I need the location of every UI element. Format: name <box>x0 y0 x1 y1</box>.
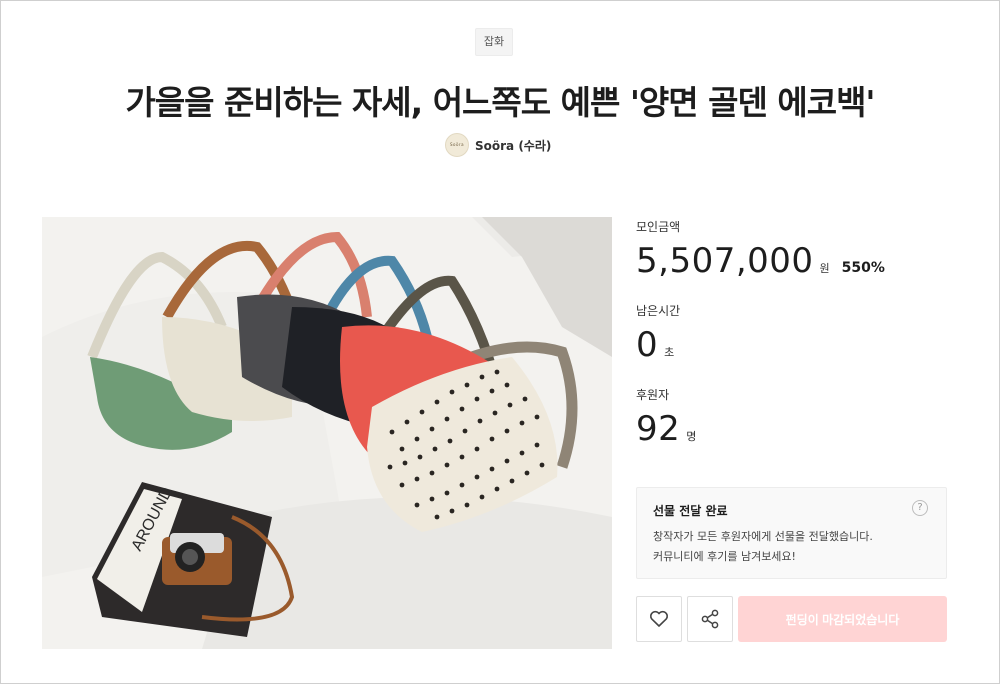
backers-label: 후원자 <box>636 388 670 402</box>
backers-count: 92 <box>636 409 681 449</box>
bags-photo: AROUND <box>42 217 612 649</box>
notice-title: 선물 전달 완료 <box>653 504 728 518</box>
funding-closed-button[interactable]: 펀딩이 마감되었습니다 <box>738 596 947 642</box>
category-tag[interactable]: 잡화 <box>475 28 513 56</box>
remaining-value: 0 <box>636 325 659 365</box>
funding-rate: 550% <box>841 260 885 276</box>
project-main-image: AROUND <box>42 217 612 649</box>
creator-avatar: Soöra <box>445 133 469 157</box>
share-button[interactable] <box>687 596 733 642</box>
funding-unit: 원 <box>819 262 830 275</box>
remaining-label: 남은시간 <box>636 304 681 318</box>
funding-label: 모인금액 <box>636 220 681 234</box>
backers-unit: 명 <box>686 430 697 443</box>
project-title: 가을을 준비하는 자세, 어느쪽도 예쁜 '양면 골덴 에코백' <box>125 83 875 122</box>
notice-body: 창작자가 모든 후원자에게 선물을 전달했습니다. 커뮤니티에 후기를 남겨보세… <box>653 530 873 563</box>
heart-icon <box>649 610 669 627</box>
remaining-unit: 초 <box>664 346 675 359</box>
creator-name[interactable]: Soöra (수라) <box>475 137 551 154</box>
like-button[interactable] <box>636 596 682 642</box>
share-icon <box>701 609 719 629</box>
help-icon[interactable]: ? <box>912 500 928 516</box>
action-bar: 펀딩이 마감되었습니다 <box>636 596 948 642</box>
stat-funding: 모인금액 5,507,000 원 550% <box>636 218 885 281</box>
creator-info[interactable]: Soöra Soöra (수라) <box>445 133 551 157</box>
stat-backers: 후원자 92 명 <box>636 386 696 449</box>
delivery-notice: 선물 전달 완료 창작자가 모든 후원자에게 선물을 전달했습니다. 커뮤니티에… <box>636 487 947 579</box>
stat-remaining: 남은시간 0 초 <box>636 302 680 365</box>
funding-amount: 5,507,000 <box>636 241 814 281</box>
